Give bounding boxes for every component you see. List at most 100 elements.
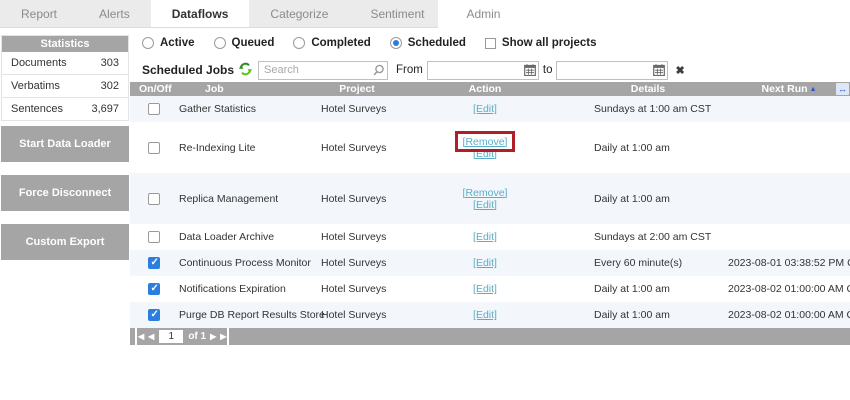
page-count-label: of 1 (188, 331, 206, 342)
checkbox-label[interactable]: Show all projects (502, 37, 597, 49)
radio-active[interactable]: Active (142, 37, 195, 49)
job-cell: Gather Statistics (178, 103, 312, 115)
column-header-details[interactable]: Details (568, 82, 728, 97)
table-row: Purge DB Report Results Store Hotel Surv… (130, 302, 850, 328)
tab-admin[interactable]: Admin (445, 0, 521, 27)
radio-label[interactable]: Queued (232, 37, 275, 49)
calendar-icon[interactable] (524, 64, 536, 79)
stat-row-verbatims: Verbatims 302 (2, 75, 128, 98)
column-header-next-run[interactable]: Next Run▲ (728, 82, 850, 97)
remove-link[interactable]: [Remove] (463, 187, 508, 199)
job-enabled-checkbox[interactable] (148, 142, 160, 154)
show-all-projects-checkbox[interactable]: Show all projects (485, 37, 597, 49)
project-name: Hotel Surveys (321, 283, 386, 295)
project-name: Hotel Surveys (321, 309, 386, 321)
job-enabled-checkbox[interactable] (148, 309, 160, 321)
onoff-cell (130, 309, 178, 321)
job-name: Notifications Expiration (179, 283, 286, 295)
refresh-icon[interactable] (239, 62, 252, 79)
action-cell: [Edit] (402, 283, 568, 295)
project-cell: Hotel Surveys (312, 193, 402, 205)
edit-link[interactable]: [Edit] (473, 231, 497, 243)
column-header-job[interactable]: Job (178, 82, 312, 97)
clear-dates-icon[interactable]: ✖ (675, 64, 684, 77)
radio-label[interactable]: Active (160, 37, 195, 49)
job-name: Data Loader Archive (179, 231, 274, 243)
tab-categorize[interactable]: Categorize (249, 0, 349, 27)
search-input[interactable] (258, 61, 388, 80)
previous-page-button[interactable]: ◀ (148, 328, 154, 345)
edit-link[interactable]: [Edit] (473, 309, 497, 321)
job-enabled-checkbox[interactable] (148, 257, 160, 269)
radio-label[interactable]: Completed (311, 37, 370, 49)
radio-scheduled[interactable]: Scheduled (390, 37, 466, 49)
details-cell: Sundays at 2:00 am CST (568, 231, 728, 243)
edit-link[interactable]: [Edit] (473, 103, 497, 115)
checkbox-icon[interactable] (485, 38, 496, 49)
job-enabled-checkbox[interactable] (148, 193, 160, 205)
to-date-box (556, 61, 668, 80)
column-header-onoff[interactable]: On/Off (130, 82, 178, 97)
next-run-label[interactable]: Next Run (761, 83, 807, 95)
job-enabled-checkbox[interactable] (148, 103, 160, 115)
job-enabled-checkbox[interactable] (148, 231, 160, 243)
first-page-button[interactable]: ◀ (135, 328, 144, 345)
job-cell: Continuous Process Monitor (178, 257, 312, 269)
calendar-icon[interactable] (653, 64, 665, 79)
table-row: Gather Statistics Hotel Surveys [Edit] S… (130, 96, 850, 122)
tab-sentiment[interactable]: Sentiment (349, 0, 445, 27)
details-cell: Sundays at 1:00 am CST (568, 103, 728, 115)
tab-dataflows[interactable]: Dataflows (151, 0, 250, 27)
next-run-value: 2023-08-02 01:00:00 AM CDT (728, 309, 850, 321)
edit-link[interactable]: [Edit] (473, 257, 497, 269)
tab-alerts[interactable]: Alerts (78, 0, 151, 27)
stat-value: 303 (101, 57, 119, 69)
remove-link[interactable]: [Remove] (463, 136, 508, 148)
schedule-details: Daily at 1:00 am (594, 283, 670, 295)
start-data-loader-button[interactable]: Start Data Loader (1, 126, 129, 162)
details-cell: Every 60 minute(s) (568, 257, 728, 269)
from-date-input[interactable] (427, 61, 539, 80)
project-cell: Hotel Surveys (312, 103, 402, 115)
statistics-panel: Statistics Documents 303 Verbatims 302 S… (1, 35, 129, 121)
radio-button-icon[interactable] (293, 37, 305, 49)
job-cell: Re-Indexing Lite (178, 142, 312, 154)
edit-link[interactable]: [Edit] (473, 283, 497, 295)
job-name: Continuous Process Monitor (179, 257, 311, 269)
radio-button-icon[interactable] (390, 37, 402, 49)
action-cell: [Edit] (402, 257, 568, 269)
job-enabled-checkbox[interactable] (148, 283, 160, 295)
tab-bar: Report Alerts Dataflows Categorize Senti… (0, 0, 438, 28)
search-icon[interactable] (373, 64, 385, 79)
edit-link[interactable]: [Edit] (463, 199, 508, 211)
edit-link[interactable]: [Edit] (463, 148, 508, 160)
column-header-project[interactable]: Project (312, 82, 402, 97)
job-cell: Purge DB Report Results Store (178, 309, 312, 321)
next-run-value: 2023-08-01 03:38:52 PM CDT (728, 257, 850, 269)
status-filter-bar: Active Queued Completed Scheduled Show a… (142, 37, 597, 49)
last-page-button[interactable]: ▶ (220, 328, 229, 345)
force-disconnect-button[interactable]: Force Disconnect (1, 175, 129, 211)
custom-export-button[interactable]: Custom Export (1, 224, 129, 260)
tab-report[interactable]: Report (0, 0, 78, 27)
stat-label: Sentences (11, 103, 63, 115)
column-resize-icon[interactable]: ↔ (836, 83, 849, 95)
project-name: Hotel Surveys (321, 231, 386, 243)
next-run-cell: 2023-08-02 01:00:00 AM CDT (728, 309, 850, 321)
onoff-cell (130, 257, 178, 269)
project-name: Hotel Surveys (321, 193, 386, 205)
radio-button-icon[interactable] (214, 37, 226, 49)
table-body: Gather Statistics Hotel Surveys [Edit] S… (130, 96, 850, 328)
next-page-button[interactable]: ▶ (210, 328, 216, 345)
radio-completed[interactable]: Completed (293, 37, 370, 49)
to-date-input[interactable] (556, 61, 668, 80)
page-number-input[interactable] (159, 330, 183, 343)
radio-label[interactable]: Scheduled (408, 37, 466, 49)
column-header-action[interactable]: Action (402, 82, 568, 97)
stat-label: Documents (11, 57, 67, 69)
radio-queued[interactable]: Queued (214, 37, 275, 49)
schedule-details: Daily at 1:00 am (594, 193, 670, 205)
sort-ascending-icon[interactable]: ▲ (810, 86, 817, 93)
radio-button-icon[interactable] (142, 37, 154, 49)
stat-label: Verbatims (11, 80, 60, 92)
